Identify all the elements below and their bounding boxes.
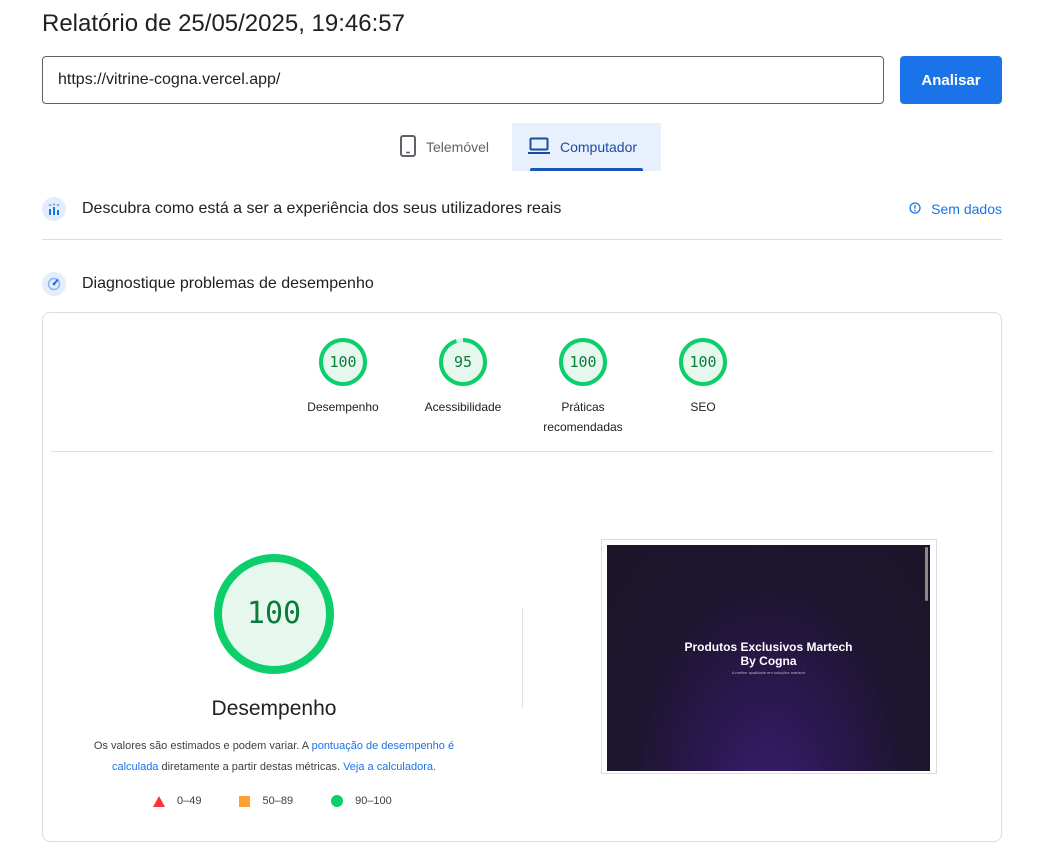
smartphone-icon (400, 134, 416, 160)
gauge-ring: 100 (678, 337, 728, 387)
legend-range: 90–100 (355, 795, 392, 807)
screenshot-subtitle: A melhor qualidade em soluções martech (731, 670, 806, 675)
score-gauge-seo[interactable]: 100 SEO (648, 337, 758, 417)
screenshot-heading-line: By Cogna (740, 654, 797, 668)
page-title: Relatório de 25/05/2025, 19:46:57 (42, 10, 405, 37)
score-gauge-accessibility[interactable]: 95 Acessibilidade (408, 337, 518, 417)
legend-range: 50–89 (262, 795, 294, 807)
speed-gauge-icon (42, 272, 66, 296)
lab-data-section: Diagnostique problemas de desempenho (42, 272, 1002, 296)
screenshot-image: Produtos Exclusivos Martech By Cogna A m… (607, 545, 930, 771)
score-label: SEO (690, 400, 716, 414)
calculator-link[interactable]: Veja a calculadora. (343, 761, 436, 773)
score-label: Desempenho (307, 400, 379, 414)
score-legend: 0–49 50–89 90–100 (153, 795, 430, 807)
lab-data-title: Diagnostique problemas de desempenho (82, 275, 374, 292)
gauge-ring: 100 (318, 337, 368, 387)
performance-score-value: 100 (246, 596, 302, 631)
legend-item-fail: 0–49 (153, 795, 201, 807)
note-text: Os valores são estimados e podem variar.… (93, 740, 312, 752)
tab-desktop[interactable]: Computador (512, 123, 661, 171)
analyze-button[interactable]: Analisar (900, 56, 1002, 104)
final-screenshot: Produtos Exclusivos Martech By Cogna A m… (601, 539, 937, 774)
card-divider (51, 451, 993, 452)
legend-range: 0–49 (177, 795, 202, 807)
tab-label: Computador (560, 139, 638, 155)
score-value: 100 (329, 353, 357, 371)
performance-gauge: 100 (213, 553, 335, 675)
url-input[interactable] (42, 56, 884, 104)
square-icon (239, 795, 251, 807)
no-data-label: Sem dados (931, 201, 1002, 217)
screenshot-heading-line: Produtos Exclusivos Martech (684, 640, 853, 654)
score-label: Acessibilidade (424, 400, 502, 414)
legend-item-average: 50–89 (239, 795, 293, 807)
tab-selected-indicator (530, 168, 643, 171)
laptop-icon (528, 137, 550, 158)
section-divider (42, 239, 1002, 240)
performance-label: Desempenho (211, 697, 337, 720)
score-value: 100 (689, 353, 717, 371)
screenshot-heading: Produtos Exclusivos Martech By Cogna (607, 640, 930, 668)
legend-item-pass: 90–100 (331, 795, 392, 807)
circle-icon (331, 795, 344, 807)
tab-mobile[interactable]: Telemóvel (386, 123, 510, 171)
lighthouse-report-card: 100 Desempenho 95 Acessibilidade 100 Prá… (42, 312, 1002, 842)
score-label: Práticas recomendadas (543, 400, 623, 434)
info-icon (909, 201, 921, 217)
field-data-title: Descubra como está a ser a experiência d… (82, 200, 562, 217)
no-data-link[interactable]: Sem dados (909, 201, 1002, 217)
score-value: 95 (453, 353, 473, 371)
gauge-ring: 95 (438, 337, 488, 387)
field-data-icon (42, 197, 66, 221)
score-value: 100 (569, 353, 597, 371)
vertical-divider (522, 608, 523, 708)
note-text: diretamente a partir destas métricas. (158, 761, 344, 773)
score-gauge-best-practices[interactable]: 100 Práticas recomendadas (528, 337, 638, 437)
triangle-icon (153, 795, 165, 807)
field-data-section: Descubra como está a ser a experiência d… (42, 197, 1002, 221)
gauge-ring: 100 (558, 337, 608, 387)
screenshot-scrollbar (925, 547, 928, 601)
score-gauge-performance[interactable]: 100 Desempenho (288, 337, 398, 417)
performance-note: Os valores são estimados e podem variar.… (73, 736, 475, 778)
tab-label: Telemóvel (426, 139, 490, 155)
